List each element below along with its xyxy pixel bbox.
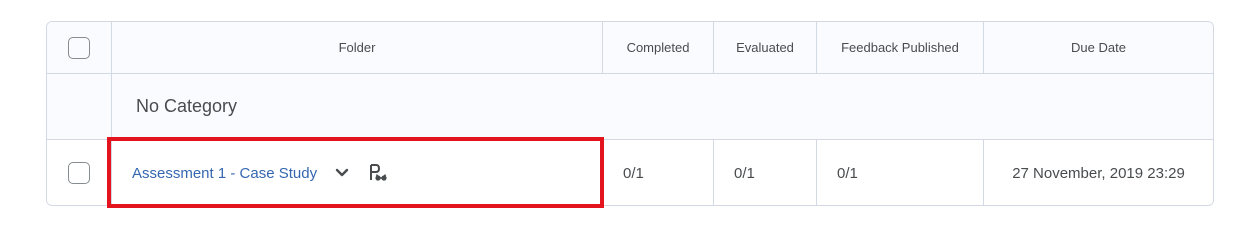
row-select-cell xyxy=(47,140,112,205)
select-all-cell xyxy=(47,22,112,73)
row-checkbox[interactable] xyxy=(68,162,90,184)
category-spacer xyxy=(47,74,112,139)
column-header-evaluated[interactable]: Evaluated xyxy=(714,22,817,73)
special-access-icon[interactable] xyxy=(367,162,389,184)
folder-cell: Assessment 1 - Case Study xyxy=(112,140,603,205)
category-label: No Category xyxy=(136,96,238,116)
table-row: Assessment 1 - Case Study 0/1 0/1 0/1 27… xyxy=(47,140,1213,205)
table-header-row: Folder Completed Evaluated Feedback Publ… xyxy=(47,22,1213,74)
column-header-folder[interactable]: Folder xyxy=(112,22,603,73)
chevron-down-icon[interactable] xyxy=(333,164,351,182)
folder-link[interactable]: Assessment 1 - Case Study xyxy=(132,165,317,182)
completed-cell: 0/1 xyxy=(603,140,714,205)
assignments-table: Folder Completed Evaluated Feedback Publ… xyxy=(46,21,1214,206)
column-header-completed[interactable]: Completed xyxy=(603,22,714,73)
category-row: No Category xyxy=(47,74,1213,140)
select-all-checkbox[interactable] xyxy=(68,36,90,59)
evaluated-cell: 0/1 xyxy=(714,140,817,205)
column-header-due-date[interactable]: Due Date xyxy=(984,22,1213,73)
feedback-published-cell: 0/1 xyxy=(817,140,984,205)
due-date-cell: 27 November, 2019 23:29 xyxy=(1012,164,1185,182)
column-header-feedback-published[interactable]: Feedback Published xyxy=(817,22,984,73)
